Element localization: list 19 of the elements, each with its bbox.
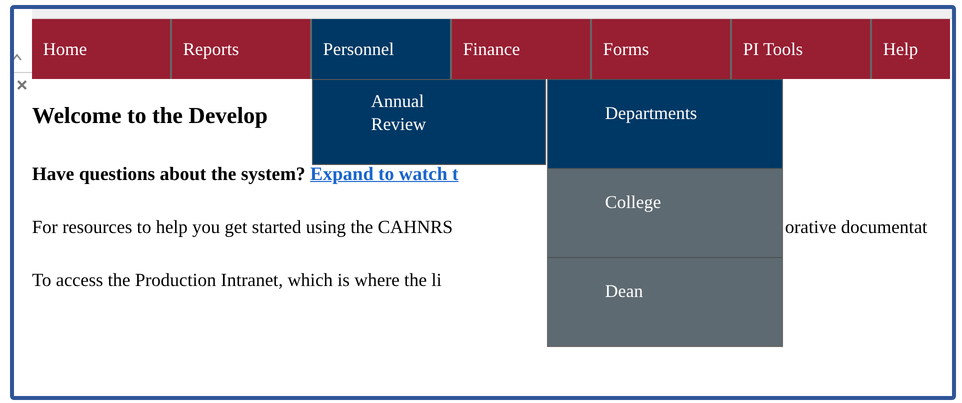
question-text: Have questions about the system?: [32, 164, 306, 185]
caret-icon: [14, 53, 22, 61]
nav-tab[interactable]: Finance: [452, 19, 592, 79]
resources-text: For resources to help you get started using the CAHNRS: [32, 218, 454, 239]
resources-text: orative documentat: [785, 218, 928, 239]
page-heading: Welcome to the Develop: [32, 102, 268, 130]
flyout-item[interactable]: Departments: [548, 79, 782, 168]
nav-tab[interactable]: Home: [32, 19, 172, 79]
close-icon[interactable]: [16, 79, 28, 91]
expand-link[interactable]: Expand to watch t: [310, 164, 458, 185]
access-text: To access the Production Intranet, which is where the li: [32, 271, 443, 292]
submenu-item[interactable]: Annual Review: [312, 79, 546, 165]
nav-tab[interactable]: Forms: [592, 19, 732, 79]
nav-tab[interactable]: Personnel: [312, 19, 452, 79]
flyout-item[interactable]: College: [548, 168, 782, 257]
nav-tab[interactable]: Help: [872, 19, 950, 79]
nav-tab[interactable]: PI Tools: [732, 19, 872, 79]
flyout-item[interactable]: Dean: [548, 257, 782, 346]
nav-tab[interactable]: Reports: [172, 19, 312, 79]
